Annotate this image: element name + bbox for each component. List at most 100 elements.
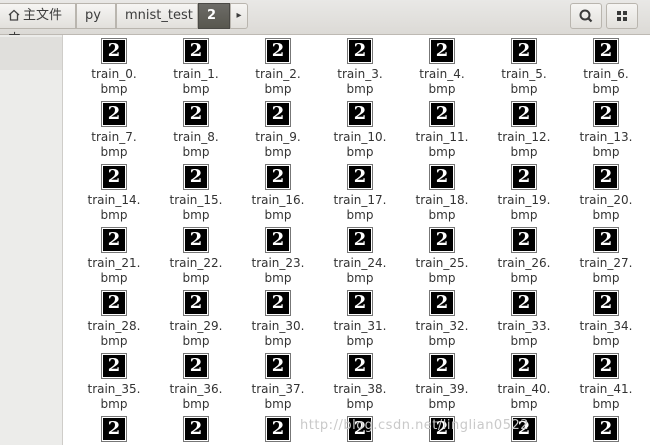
bmp-thumbnail-icon: 2 xyxy=(512,39,536,63)
bmp-thumbnail-icon: 2 xyxy=(102,165,126,189)
file-item[interactable]: 2 train_9. bmp xyxy=(240,102,316,160)
bmp-thumbnail-icon: 2 xyxy=(102,39,126,63)
bmp-thumbnail-icon: 2 xyxy=(184,165,208,189)
sidebar xyxy=(0,35,63,445)
file-item[interactable]: 2 train_31. bmp xyxy=(322,291,398,349)
file-extension: bmp xyxy=(264,208,292,222)
file-item[interactable]: 2 train_14. bmp xyxy=(76,165,152,223)
bmp-thumbnail-icon: 2 xyxy=(430,228,454,252)
file-item[interactable]: 2 train_33. bmp xyxy=(486,291,562,349)
file-extension: bmp xyxy=(592,397,620,411)
file-item[interactable]: 2 train_32. bmp xyxy=(404,291,480,349)
file-item[interactable]: 2 train_23. bmp xyxy=(240,228,316,286)
breadcrumb-next-arrow[interactable]: ▸ xyxy=(230,3,248,29)
file-item[interactable]: 2 train_3. bmp xyxy=(322,39,398,97)
file-item[interactable]: 2 train_24. bmp xyxy=(322,228,398,286)
search-button[interactable] xyxy=(570,3,602,29)
breadcrumb-py[interactable]: py xyxy=(76,3,116,29)
bmp-thumbnail-icon: 2 xyxy=(430,354,454,378)
file-item[interactable]: 2 xyxy=(568,417,644,445)
file-item[interactable]: 2 train_11. bmp xyxy=(404,102,480,160)
bmp-thumbnail-icon: 2 xyxy=(594,39,618,63)
bmp-thumbnail-icon: 2 xyxy=(266,165,290,189)
file-item[interactable]: 2 train_0. bmp xyxy=(76,39,152,97)
bmp-thumbnail-icon: 2 xyxy=(594,291,618,315)
file-name: train_9. xyxy=(255,130,301,144)
breadcrumb-home[interactable]: 主文件夹 xyxy=(0,3,76,47)
file-item[interactable]: 2 train_10. bmp xyxy=(322,102,398,160)
file-item[interactable]: 2 train_34. bmp xyxy=(568,291,644,349)
file-item[interactable]: 2 train_29. bmp xyxy=(158,291,234,349)
file-item[interactable]: 2 train_7. bmp xyxy=(76,102,152,160)
file-name: train_15. xyxy=(169,193,223,207)
file-item[interactable]: 2 train_13. bmp xyxy=(568,102,644,160)
file-item[interactable]: 2 train_38. bmp xyxy=(322,354,398,412)
thumbnail-digit: 2 xyxy=(599,355,613,376)
thumbnail-digit: 2 xyxy=(189,103,203,124)
bmp-thumbnail-icon: 2 xyxy=(266,102,290,126)
sidebar-selected-item[interactable] xyxy=(0,37,62,70)
file-item[interactable]: 2 train_8. bmp xyxy=(158,102,234,160)
search-icon xyxy=(579,9,593,23)
file-item[interactable]: 2 train_28. bmp xyxy=(76,291,152,349)
file-item[interactable]: 2 train_27. bmp xyxy=(568,228,644,286)
thumbnail-digit: 2 xyxy=(107,355,121,376)
file-item[interactable]: 2 train_37. bmp xyxy=(240,354,316,412)
file-item[interactable]: 2 train_25. bmp xyxy=(404,228,480,286)
file-name: train_13. xyxy=(579,130,633,144)
view-toggle-button[interactable] xyxy=(606,3,638,29)
file-name: train_1. xyxy=(173,67,219,81)
file-item[interactable]: 2 train_17. bmp xyxy=(322,165,398,223)
file-item[interactable]: 2 train_40. bmp xyxy=(486,354,562,412)
file-extension: bmp xyxy=(510,334,538,348)
breadcrumb-mnist-test[interactable]: mnist_test xyxy=(116,3,198,29)
thumbnail-digit: 2 xyxy=(599,166,613,187)
file-item[interactable]: 2 train_5. bmp xyxy=(486,39,562,97)
file-item[interactable]: 2 xyxy=(76,417,152,445)
bmp-thumbnail-icon: 2 xyxy=(594,228,618,252)
file-name: train_10. xyxy=(333,130,387,144)
file-item[interactable]: 2 train_30. bmp xyxy=(240,291,316,349)
file-name: train_21. xyxy=(87,256,141,270)
file-item[interactable]: 2 train_15. bmp xyxy=(158,165,234,223)
file-item[interactable]: 2 train_22. bmp xyxy=(158,228,234,286)
file-item[interactable]: 2 train_1. bmp xyxy=(158,39,234,97)
thumbnail-digit: 2 xyxy=(271,229,285,250)
bmp-thumbnail-icon: 2 xyxy=(512,228,536,252)
file-item[interactable]: 2 train_19. bmp xyxy=(486,165,562,223)
thumbnail-digit: 2 xyxy=(517,40,531,61)
breadcrumb-current-folder[interactable]: 2 xyxy=(198,3,230,29)
file-extension: bmp xyxy=(592,334,620,348)
file-extension: bmp xyxy=(510,397,538,411)
file-item[interactable]: 2 train_20. bmp xyxy=(568,165,644,223)
file-item[interactable]: 2 train_39. bmp xyxy=(404,354,480,412)
bmp-thumbnail-icon: 2 xyxy=(102,417,126,441)
file-name: train_17. xyxy=(333,193,387,207)
file-item[interactable]: 2 train_18. bmp xyxy=(404,165,480,223)
file-item[interactable]: 2 train_12. bmp xyxy=(486,102,562,160)
file-item[interactable]: 2 train_6. bmp xyxy=(568,39,644,97)
thumbnail-digit: 2 xyxy=(271,292,285,313)
bmp-thumbnail-icon: 2 xyxy=(430,39,454,63)
file-item[interactable]: 2 train_2. bmp xyxy=(240,39,316,97)
file-extension: bmp xyxy=(346,334,374,348)
file-item[interactable]: 2 train_35. bmp xyxy=(76,354,152,412)
thumbnail-digit: 2 xyxy=(599,103,613,124)
file-extension: bmp xyxy=(346,145,374,159)
bmp-thumbnail-icon: 2 xyxy=(594,354,618,378)
file-extension: bmp xyxy=(428,82,456,96)
file-item[interactable]: 2 train_41. bmp xyxy=(568,354,644,412)
file-extension: bmp xyxy=(100,397,128,411)
file-item[interactable]: 2 train_21. bmp xyxy=(76,228,152,286)
bmp-thumbnail-icon: 2 xyxy=(102,354,126,378)
file-item[interactable]: 2 xyxy=(158,417,234,445)
bmp-thumbnail-icon: 2 xyxy=(184,228,208,252)
file-item[interactable]: 2 train_36. bmp xyxy=(158,354,234,412)
file-item[interactable]: 2 train_26. bmp xyxy=(486,228,562,286)
file-name: train_34. xyxy=(579,319,633,333)
file-item[interactable]: 2 train_16. bmp xyxy=(240,165,316,223)
file-name: train_18. xyxy=(415,193,469,207)
thumbnail-digit: 2 xyxy=(271,355,285,376)
home-icon xyxy=(8,9,20,21)
file-item[interactable]: 2 train_4. bmp xyxy=(404,39,480,97)
